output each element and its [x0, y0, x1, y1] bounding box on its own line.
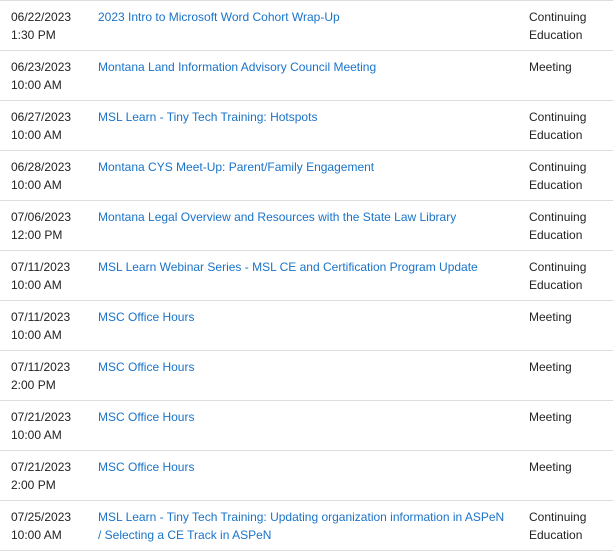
event-row: 07/21/2023 2:00 PM MSC Office Hours Meet…	[0, 451, 613, 501]
event-title-link[interactable]: Montana CYS Meet-Up: Parent/Family Engag…	[98, 160, 374, 174]
event-row: 06/28/2023 10:00 AM Montana CYS Meet-Up:…	[0, 151, 613, 201]
event-title-cell: MSC Office Hours	[98, 301, 518, 350]
event-date: 07/21/2023	[11, 410, 72, 424]
event-title-link[interactable]: 2023 Intro to Microsoft Word Cohort Wrap…	[98, 10, 340, 24]
event-row: 07/11/2023 10:00 AM MSC Office Hours Mee…	[0, 301, 613, 351]
event-title-link[interactable]: MSC Office Hours	[98, 460, 194, 474]
event-datetime: 07/11/2023 2:00 PM	[0, 351, 98, 400]
event-type: Meeting	[529, 410, 572, 424]
event-row: 06/27/2023 10:00 AM MSL Learn - Tiny Tec…	[0, 101, 613, 151]
event-time: 1:30 PM	[11, 27, 56, 42]
event-title-cell: 2023 Intro to Microsoft Word Cohort Wrap…	[98, 1, 518, 50]
event-time: 10:00 AM	[11, 277, 62, 292]
event-title-cell: MSC Office Hours	[98, 351, 518, 400]
event-time: 10:00 AM	[11, 427, 62, 442]
event-row: 07/25/2023 10:00 AM MSL Learn - Tiny Tec…	[0, 501, 613, 551]
event-time: 10:00 AM	[11, 77, 62, 92]
event-title-link[interactable]: Montana Land Information Advisory Counci…	[98, 60, 376, 74]
event-datetime: 07/21/2023 2:00 PM	[0, 451, 98, 500]
event-date: 07/11/2023	[11, 260, 71, 274]
event-title-cell: MSC Office Hours	[98, 451, 518, 500]
event-title-cell: Montana CYS Meet-Up: Parent/Family Engag…	[98, 151, 518, 200]
events-table: 06/22/2023 1:30 PM 2023 Intro to Microso…	[0, 0, 613, 551]
event-time: 2:00 PM	[11, 377, 56, 392]
event-time: 10:00 AM	[11, 177, 62, 192]
event-type: Continuing Education	[529, 110, 587, 142]
event-row: 07/11/2023 2:00 PM MSC Office Hours Meet…	[0, 351, 613, 401]
event-row: 07/06/2023 12:00 PM Montana Legal Overvi…	[0, 201, 613, 251]
event-time: 12:00 PM	[11, 227, 63, 242]
event-title-link[interactable]: MSL Learn Webinar Series - MSL CE and Ce…	[98, 260, 478, 274]
event-datetime: 07/25/2023 10:00 AM	[0, 501, 98, 550]
event-date: 06/23/2023	[11, 60, 72, 74]
event-date: 06/27/2023	[11, 110, 72, 124]
event-type: Meeting	[529, 60, 572, 74]
event-datetime: 07/11/2023 10:00 AM	[0, 251, 98, 300]
event-datetime: 07/11/2023 10:00 AM	[0, 301, 98, 350]
event-time: 10:00 AM	[11, 327, 62, 342]
event-title-link[interactable]: MSL Learn - Tiny Tech Training: Hotspots	[98, 110, 317, 124]
event-title-cell: MSL Learn Webinar Series - MSL CE and Ce…	[98, 251, 518, 300]
event-row: 06/23/2023 10:00 AM Montana Land Informa…	[0, 51, 613, 101]
event-title-link[interactable]: Montana Legal Overview and Resources wit…	[98, 210, 456, 224]
event-date: 07/11/2023	[11, 310, 71, 324]
event-date: 07/21/2023	[11, 460, 72, 474]
event-time: 2:00 PM	[11, 477, 56, 492]
event-time: 10:00 AM	[11, 527, 62, 542]
event-type: Continuing Education	[529, 10, 587, 42]
event-date: 06/22/2023	[11, 10, 72, 24]
event-date: 07/25/2023	[11, 510, 72, 524]
event-title-cell: Montana Land Information Advisory Counci…	[98, 51, 518, 100]
event-date: 06/28/2023	[11, 160, 72, 174]
event-title-link[interactable]: MSC Office Hours	[98, 410, 194, 424]
event-type: Continuing Education	[529, 210, 587, 242]
event-title-cell: MSL Learn - Tiny Tech Training: Updating…	[98, 501, 518, 550]
event-row: 07/21/2023 10:00 AM MSC Office Hours Mee…	[0, 401, 613, 451]
event-title-link[interactable]: MSC Office Hours	[98, 310, 194, 324]
event-datetime: 06/23/2023 10:00 AM	[0, 51, 98, 100]
event-type: Meeting	[529, 360, 572, 374]
event-type: Continuing Education	[529, 160, 587, 192]
event-date: 07/11/2023	[11, 360, 71, 374]
event-datetime: 07/21/2023 10:00 AM	[0, 401, 98, 450]
event-title-cell: MSC Office Hours	[98, 401, 518, 450]
event-title-cell: MSL Learn - Tiny Tech Training: Hotspots	[98, 101, 518, 150]
event-datetime: 06/28/2023 10:00 AM	[0, 151, 98, 200]
event-type: Meeting	[529, 310, 572, 324]
event-title-link[interactable]: MSL Learn - Tiny Tech Training: Updating…	[98, 510, 504, 542]
event-datetime: 07/06/2023 12:00 PM	[0, 201, 98, 250]
event-datetime: 06/27/2023 10:00 AM	[0, 101, 98, 150]
event-datetime: 06/22/2023 1:30 PM	[0, 1, 98, 50]
event-time: 10:00 AM	[11, 127, 62, 142]
event-title-cell: Montana Legal Overview and Resources wit…	[98, 201, 518, 250]
event-date: 07/06/2023	[11, 210, 72, 224]
event-row: 06/22/2023 1:30 PM 2023 Intro to Microso…	[0, 1, 613, 51]
event-type: Continuing Education	[529, 510, 587, 542]
event-type: Meeting	[529, 460, 572, 474]
event-row: 07/11/2023 10:00 AM MSL Learn Webinar Se…	[0, 251, 613, 301]
event-title-link[interactable]: MSC Office Hours	[98, 360, 194, 374]
event-type: Continuing Education	[529, 260, 587, 292]
